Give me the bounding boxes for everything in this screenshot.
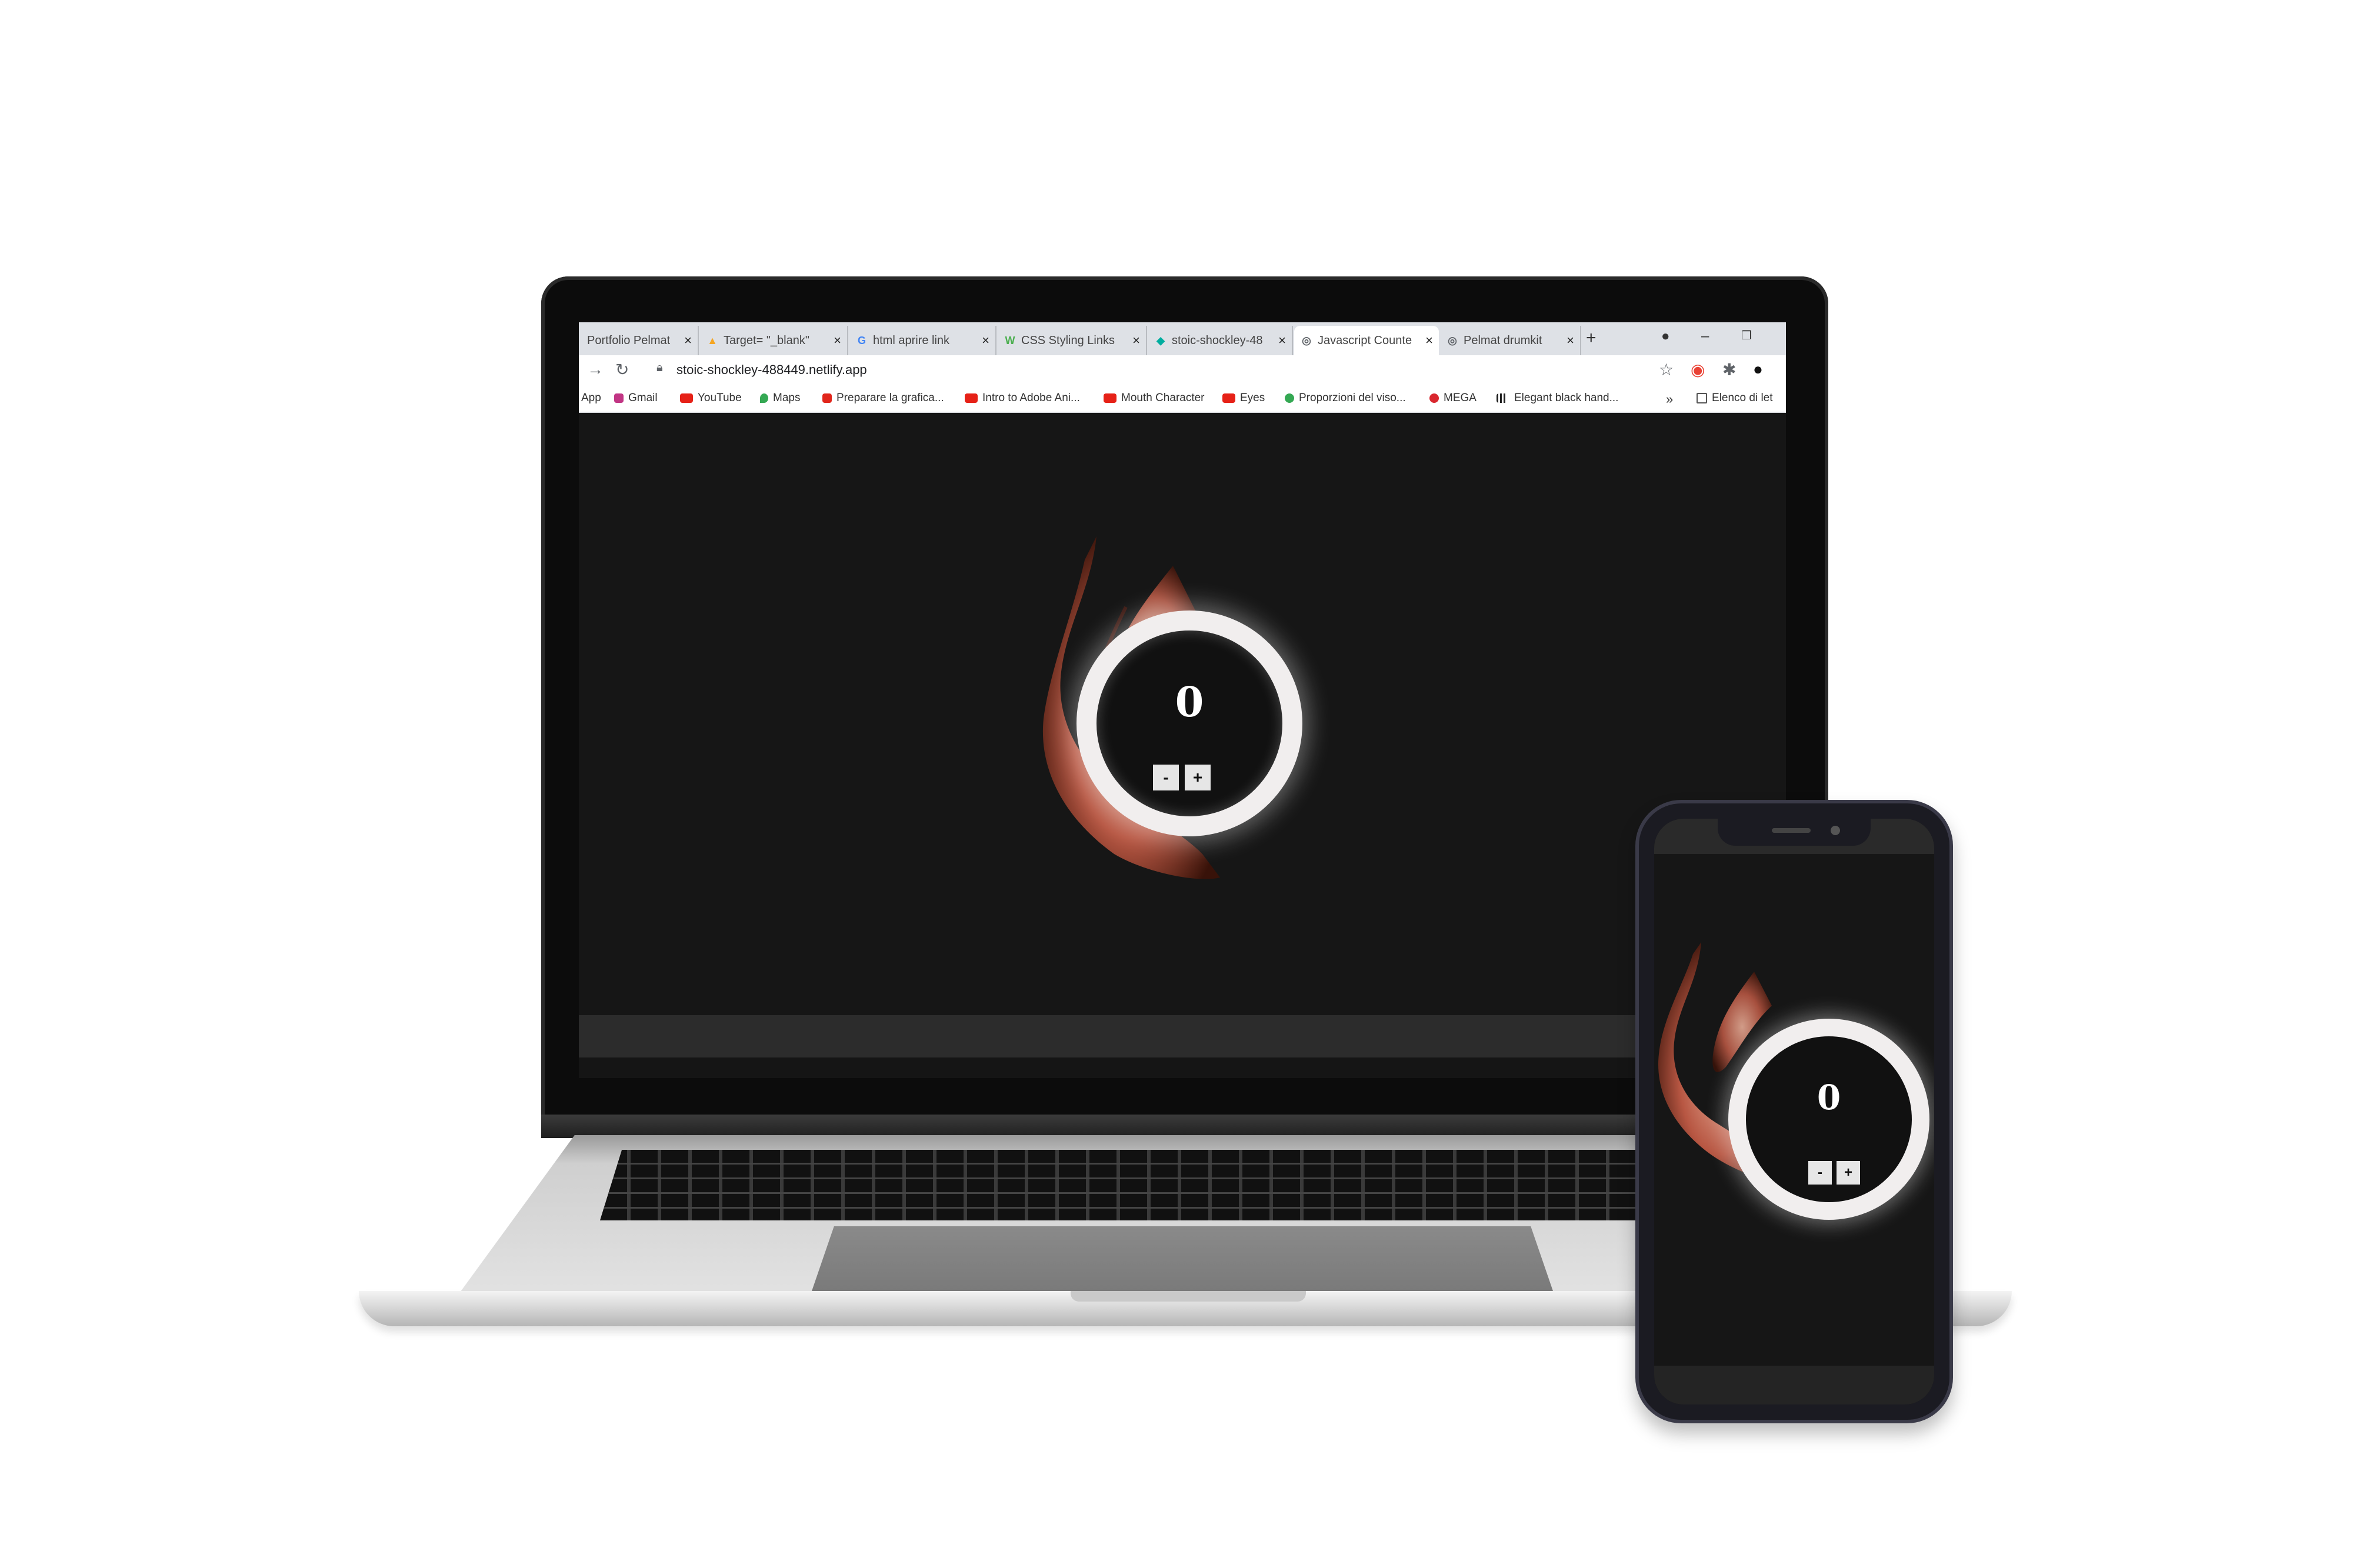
tab-title: html aprire link [873,333,950,347]
netlify-icon: ◆ [1156,334,1165,346]
bookmarks-bar: App Gmail YouTube Maps Preparare la graf… [579,386,1786,413]
tab-title: Pelmat drumkit [1464,333,1542,347]
minimize-button[interactable]: – [1701,328,1709,345]
puzzle-extensions-icon[interactable]: ✱ [1722,360,1736,379]
browser-window: Portfolio Pelmat × ▲ Target= "_blank" × … [579,322,1786,1078]
bookmark-label: Proporzioni del viso... [1299,392,1406,404]
counter-value: 0 [1817,1077,1841,1117]
counter-ring [1728,1019,1929,1220]
tab-pelmat-drumkit[interactable]: ◎ Pelmat drumkit × [1440,326,1581,355]
bookmark-label: Maps [773,392,801,404]
signal-bars-icon [1497,393,1509,403]
bookmark-label: Preparare la grafica... [836,392,944,404]
globe-icon: ◎ [1302,334,1311,346]
adobe-icon [822,393,832,403]
tab-css-styling-links[interactable]: W CSS Styling Links × [998,326,1147,355]
globe-icon: ◎ [1448,334,1457,346]
triangle-logo-icon: ▲ [707,334,718,346]
page-viewport: 0 - + [579,413,1786,1015]
bookmark-label: Gmail [628,392,658,404]
youtube-icon [680,393,693,403]
youtube-icon [1104,393,1116,403]
bookmark-label: MEGA [1444,392,1477,404]
bookmark-item[interactable]: Mouth Character [1104,392,1205,405]
laptop-base-notch [1071,1291,1306,1302]
tab-title: Javascript Counte [1318,333,1412,347]
bookmark-item[interactable]: Proporzioni del viso... [1285,392,1406,405]
tab-html-aprire-link[interactable]: G html aprire link × [849,326,996,355]
avatar[interactable]: ● [1753,360,1763,379]
bookmarks-more-button[interactable]: » [1666,392,1673,407]
reading-list-button[interactable]: Elenco di let [1697,392,1773,405]
bookmark-item[interactable]: Maps [760,392,800,405]
close-icon[interactable]: × [1567,333,1574,348]
star-icon[interactable]: ☆ [1659,360,1674,379]
browser-bottom-bar [579,1015,1786,1057]
bookmark-label: Elegant black hand... [1514,392,1619,404]
tab-stoic-shockley[interactable]: ◆ stoic-shockley-48 × [1148,326,1293,355]
front-camera-icon [1831,826,1840,835]
close-icon[interactable]: × [1132,333,1140,348]
reading-list-label: Elenco di let [1712,392,1773,404]
close-icon[interactable]: × [834,333,841,348]
browser-toolbar: → ↻ 🔒︎ stoic-shockley-488449.netlify.app… [579,355,1786,386]
phone-screen: 0 - + [1654,819,1934,1404]
close-icon[interactable]: × [684,333,692,348]
tab-title: Portfolio Pelmat [587,333,671,347]
forward-arrow-icon[interactable]: → [587,360,604,379]
bookmark-item[interactable]: App [581,392,601,405]
address-bar[interactable]: stoic-shockley-488449.netlify.app [676,362,867,378]
restore-button[interactable]: ❐ [1741,328,1752,343]
close-icon[interactable]: × [982,333,989,348]
youtube-icon [965,393,978,403]
color-extension-icon[interactable]: ◉ [1691,360,1705,379]
bookmark-label: Mouth Character [1121,392,1205,404]
counter-value: 0 [1175,678,1204,726]
reload-icon[interactable]: ↻ [615,360,629,379]
decrement-button[interactable]: - [1153,765,1179,790]
youtube-icon [1222,393,1235,403]
close-icon[interactable]: × [1425,333,1433,348]
speaker-grille [1772,828,1811,833]
phone-bottom-bar [1654,1366,1934,1404]
tab-title: Target= "_blank" [724,333,809,347]
laptop-trackpad [812,1226,1553,1291]
bookmark-item[interactable]: Intro to Adobe Ani... [965,392,1080,405]
bookmark-item[interactable]: MEGA [1429,392,1477,405]
tab-title: stoic-shockley-48 [1172,333,1263,347]
tab-strip: Portfolio Pelmat × ▲ Target= "_blank" × … [579,322,1786,355]
bookmark-item[interactable]: Preparare la grafica... [822,392,944,405]
tab-target-blank[interactable]: ▲ Target= "_blank" × [700,326,848,355]
instagram-icon [614,393,624,403]
increment-button[interactable]: + [1837,1161,1860,1185]
keyboard-rows [600,1150,1694,1220]
lock-icon: 🔒︎ [656,361,663,374]
bookmark-item[interactable]: Eyes [1222,392,1265,405]
bookmark-label: App [581,392,601,404]
w3schools-icon: W [1005,334,1015,346]
tab-portfolio-pelmat[interactable]: Portfolio Pelmat × [581,326,699,355]
tab-javascript-counter[interactable]: ◎ Javascript Counte × [1294,326,1439,355]
bookmark-item[interactable]: Elegant black hand... [1497,392,1618,405]
google-icon: G [857,334,866,346]
increment-button[interactable]: + [1185,765,1211,790]
new-tab-button[interactable]: + [1586,328,1597,348]
green-circle-icon [1285,393,1294,403]
decrement-button[interactable]: - [1808,1161,1832,1185]
bookmark-label: Intro to Adobe Ani... [982,392,1080,404]
tab-title: CSS Styling Links [1021,333,1115,347]
profile-search-icon[interactable]: ● [1661,328,1670,345]
bookmark-item[interactable]: YouTube [680,392,742,405]
maps-pin-icon [760,393,768,403]
bookmark-label: YouTube [698,392,742,404]
close-icon[interactable]: × [1278,333,1286,348]
bookmark-label: Eyes [1240,392,1265,404]
mega-icon [1429,393,1439,403]
bookmark-item[interactable]: Gmail [614,392,658,405]
reading-list-icon [1697,393,1707,403]
